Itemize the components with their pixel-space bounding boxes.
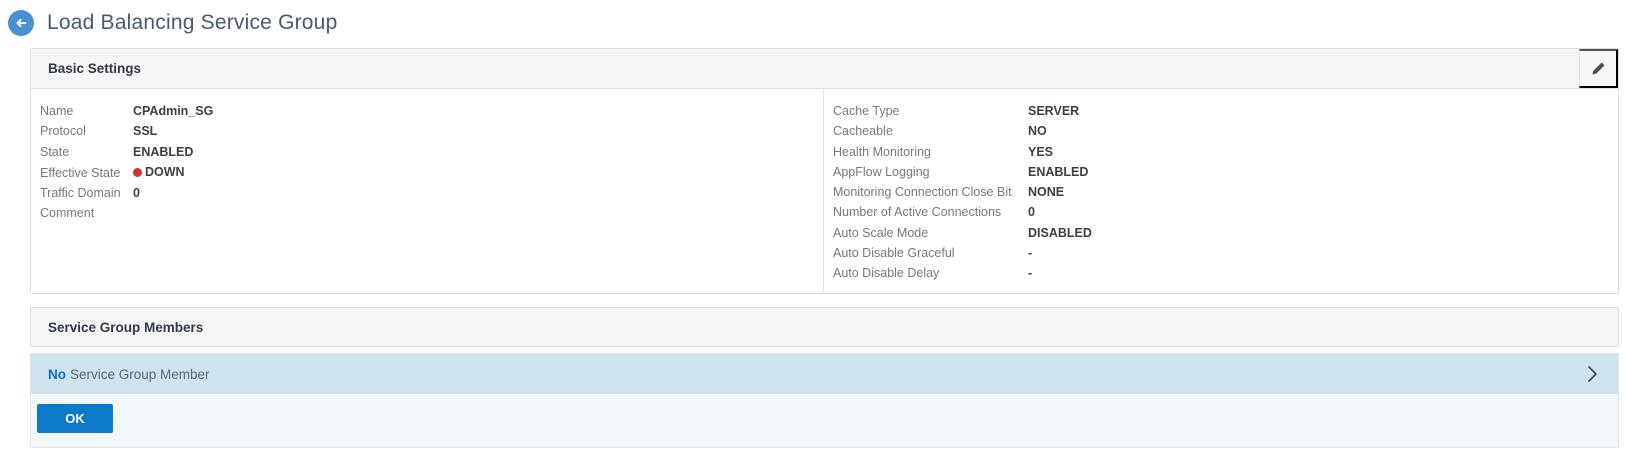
field-value-status: DOWN [133,162,185,182]
field-value: SERVER [1028,101,1079,121]
field-value: SSL [133,121,157,141]
basic-settings-title: Basic Settings [48,61,141,76]
field-label: Name [40,101,133,121]
field-label: Health Monitoring [833,142,1028,162]
field-label: Cacheable [833,121,1028,141]
field-label: State [40,142,133,162]
status-text: DOWN [145,162,185,182]
basic-settings-left-column: Name CPAdmin_SG Protocol SSL State ENABL… [31,89,824,293]
back-button[interactable] [8,10,34,36]
field-row-protocol: Protocol SSL [40,121,823,141]
field-row-active-connections: Number of Active Connections 0 [833,202,1618,222]
empty-member-row[interactable]: No Service Group Member [31,354,1618,394]
member-row-label: Service Group Member [70,367,210,382]
field-label: Protocol [40,121,133,141]
field-label: Effective State [40,163,133,183]
field-value: NO [1028,121,1047,141]
field-value: YES [1028,142,1053,162]
service-group-members-header: Service Group Members [30,307,1619,347]
field-row-cache-type: Cache Type SERVER [833,101,1618,121]
footer-action-bar: OK [31,394,1618,447]
field-row-effective-state: Effective State DOWN [40,162,823,183]
field-row-monitoring-connection-close-bit: Monitoring Connection Close Bit NONE [833,182,1618,202]
field-row-traffic-domain: Traffic Domain 0 [40,183,823,203]
field-value: CPAdmin_SG [133,101,213,121]
field-label: Auto Disable Delay [833,263,1028,283]
field-label: AppFlow Logging [833,162,1028,182]
page-header: Load Balancing Service Group [0,0,1626,36]
field-label: Traffic Domain [40,183,133,203]
field-row-auto-disable-delay: Auto Disable Delay - [833,263,1618,283]
field-label: Number of Active Connections [833,202,1028,222]
field-row-cacheable: Cacheable NO [833,121,1618,141]
ok-button[interactable]: OK [37,404,113,433]
field-value: 0 [133,183,140,203]
basic-settings-right-column: Cache Type SERVER Cacheable NO Health Mo… [824,89,1618,293]
field-row-health-monitoring: Health Monitoring YES [833,142,1618,162]
field-label: Monitoring Connection Close Bit [833,182,1028,202]
field-label: Comment [40,203,133,223]
service-group-members-box: No Service Group Member OK [30,353,1619,448]
status-down-icon [133,168,142,177]
arrow-left-icon [14,16,28,30]
field-value: 0 [1028,202,1035,222]
field-label: Auto Disable Graceful [833,243,1028,263]
field-value: DISABLED [1028,223,1092,243]
page-title: Load Balancing Service Group [47,11,337,35]
field-label: Cache Type [833,101,1028,121]
edit-basic-settings-button[interactable] [1579,49,1618,88]
service-group-members-title: Service Group Members [48,320,203,335]
field-label: Auto Scale Mode [833,223,1028,243]
member-count: No [48,367,66,382]
basic-settings-body: Name CPAdmin_SG Protocol SSL State ENABL… [31,89,1618,293]
field-row-state: State ENABLED [40,142,823,162]
field-value: - [1028,263,1032,283]
field-row-auto-disable-graceful: Auto Disable Graceful - [833,243,1618,263]
basic-settings-header: Basic Settings [31,49,1618,89]
field-value: ENABLED [133,142,193,162]
field-row-appflow-logging: AppFlow Logging ENABLED [833,162,1618,182]
chevron-right-icon [1587,365,1598,383]
field-value: ENABLED [1028,162,1088,182]
field-value: - [1028,243,1032,263]
field-row-auto-scale-mode: Auto Scale Mode DISABLED [833,223,1618,243]
field-value: NONE [1028,182,1064,202]
basic-settings-panel: Basic Settings Name CPAdmin_SG Protocol … [30,48,1619,294]
field-row-comment: Comment [40,203,823,223]
pencil-icon [1591,61,1606,76]
field-row-name: Name CPAdmin_SG [40,101,823,121]
